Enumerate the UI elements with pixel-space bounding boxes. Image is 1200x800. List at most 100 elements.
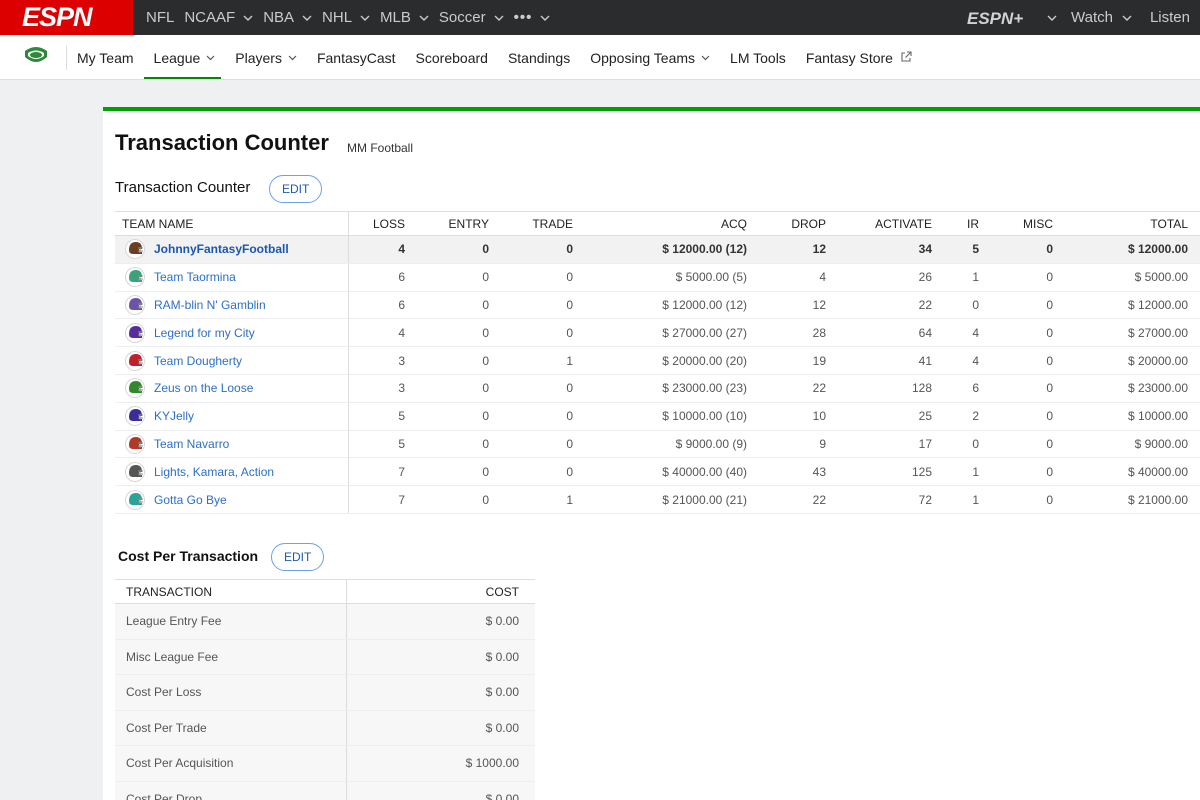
column-header[interactable]: ENTRY: [417, 211, 501, 236]
edit-transaction-counter-button[interactable]: EDIT: [269, 175, 323, 203]
espn-plus-logo[interactable]: ESPN+: [967, 9, 1037, 27]
entry-cell: 0: [417, 235, 501, 264]
team-logo-icon[interactable]: [125, 294, 145, 315]
team-name-link[interactable]: Team Dougherty: [154, 354, 242, 368]
page-title: Transaction Counter: [115, 130, 329, 155]
nav-label: NBA: [263, 9, 295, 26]
fantasy-football-icon[interactable]: [22, 45, 50, 69]
transaction-cost: $ 0.00: [346, 603, 535, 640]
team-logo-icon[interactable]: [125, 433, 145, 454]
more-icon: •••: [513, 9, 533, 26]
misc-cell: 0: [991, 430, 1065, 459]
column-header[interactable]: TOTAL: [1065, 211, 1200, 236]
trade-cell: 1: [501, 346, 585, 375]
column-header[interactable]: ACQ: [585, 211, 759, 236]
team-logo-icon[interactable]: [125, 350, 145, 371]
subnav-scoreboard[interactable]: Scoreboard: [416, 35, 488, 80]
table-row: JohnnyFantasyFootball 4 0 0 $ 12000.00 (12) 1…: [115, 235, 1200, 264]
team-name-link[interactable]: Team Taormina: [154, 270, 236, 284]
watch-link[interactable]: Watch: [1071, 9, 1132, 26]
column-header[interactable]: MISC: [991, 211, 1065, 236]
edit-cost-per-transaction-button[interactable]: EDIT: [271, 543, 325, 571]
subnav-fantasy-store[interactable]: Fantasy Store: [806, 35, 912, 80]
nav-nfl[interactable]: NFL: [146, 9, 174, 26]
table-row: Gotta Go Bye 7 0 1 $ 21000.00 (21) 22 72 1 0 $ 21…: [115, 485, 1200, 514]
nav-more[interactable]: •••: [514, 9, 551, 26]
team-logo-icon[interactable]: [125, 461, 145, 482]
top-right-nav: ESPN+ Watch Listen: [967, 0, 1200, 35]
nav-ncaaf[interactable]: NCAAF: [184, 9, 253, 26]
drop-cell: 28: [759, 318, 838, 348]
transaction-counter-heading: Transaction Counter: [115, 179, 251, 196]
table-row: Legend for my City 4 0 0 $ 27000.00 (27) 28 64…: [115, 318, 1200, 348]
sports-nav: NFL NCAAF NBA NHL MLB Soccer •••: [146, 0, 560, 35]
team-logo-icon[interactable]: [125, 406, 145, 427]
team-name-link[interactable]: JohnnyFantasyFootball: [154, 242, 289, 256]
loss-cell: 6: [348, 291, 417, 320]
team-logo-icon[interactable]: [125, 239, 145, 260]
column-header[interactable]: IR: [944, 211, 991, 236]
fantasy-subnav: My Team League Players FantasyCast Score…: [0, 35, 1200, 80]
subnav-fantasycast[interactable]: FantasyCast: [317, 35, 396, 80]
drop-cell: 19: [759, 346, 838, 375]
team-logo-icon[interactable]: [125, 378, 145, 399]
drop-cell: 12: [759, 235, 838, 264]
misc-cell: 0: [991, 374, 1065, 403]
nav-label: Soccer: [438, 9, 486, 26]
team-logo-icon[interactable]: [125, 267, 145, 288]
team-name-link[interactable]: Gotta Go Bye: [154, 493, 227, 507]
loss-cell: 7: [348, 485, 417, 514]
team-name-link[interactable]: Zeus on the Loose: [154, 381, 253, 395]
column-header[interactable]: DROP: [759, 211, 838, 236]
subnav-players[interactable]: Players: [235, 35, 297, 80]
team-name-link[interactable]: KYJelly: [154, 409, 194, 423]
table-row: Cost Per Trade $ 0.00: [115, 710, 535, 746]
transaction-label: Cost Per Loss: [115, 674, 347, 711]
team-name-link[interactable]: Legend for my City: [154, 326, 255, 340]
team-name-link[interactable]: Lights, Kamara, Action: [154, 465, 274, 479]
nav-nba[interactable]: NBA: [263, 9, 312, 26]
team-logo-icon[interactable]: [125, 489, 145, 510]
column-header[interactable]: ACTIVATE: [838, 211, 944, 236]
team-cell: Legend for my City: [115, 318, 349, 348]
team-name-link[interactable]: RAM-blin N' Gamblin: [154, 298, 266, 312]
chevron-down-icon[interactable]: [1047, 15, 1057, 21]
subnav-my-team[interactable]: My Team: [77, 35, 134, 80]
table-header-row: TRANSACTION COST: [115, 579, 535, 604]
activate-cell: 34: [838, 235, 944, 264]
total-cell: $ 20000.00: [1065, 346, 1200, 375]
team-name-link[interactable]: Team Navarro: [154, 437, 229, 451]
drop-cell: 4: [759, 263, 838, 292]
activate-cell: 41: [838, 346, 944, 375]
nav-soccer[interactable]: Soccer: [439, 9, 504, 26]
espn-logo[interactable]: ESPN: [0, 0, 133, 35]
team-wrap: RAM-blin N' Gamblin: [125, 294, 336, 315]
column-header[interactable]: TEAM NAME: [115, 211, 349, 236]
total-cell: $ 10000.00: [1065, 402, 1200, 431]
transaction-label: Misc League Fee: [115, 639, 347, 675]
subnav-label: My Team: [77, 49, 134, 66]
column-header[interactable]: TRADE: [501, 211, 585, 236]
subnav-opposing-teams[interactable]: Opposing Teams: [590, 35, 710, 80]
entry-cell: 0: [417, 374, 501, 403]
acq-cell: $ 10000.00 (10): [585, 402, 759, 431]
nav-mlb[interactable]: MLB: [380, 9, 429, 26]
subnav-standings[interactable]: Standings: [508, 35, 570, 80]
listen-link[interactable]: Listen: [1150, 9, 1190, 26]
team-logo-icon[interactable]: [125, 322, 145, 343]
column-header[interactable]: LOSS: [348, 211, 417, 236]
table-row: KYJelly 5 0 0 $ 10000.00 (10) 10 25 2 0 $ 10000.0…: [115, 402, 1200, 431]
total-cell: $ 27000.00: [1065, 318, 1200, 348]
subnav-league[interactable]: League: [143, 35, 221, 80]
total-cell: $ 23000.00: [1065, 374, 1200, 403]
table-row: Cost Per Loss $ 0.00: [115, 674, 535, 711]
activate-cell: 25: [838, 402, 944, 431]
nav-nhl[interactable]: NHL: [322, 9, 370, 26]
subnav-label: FantasyCast: [316, 49, 396, 66]
transaction-cost: $ 0.00: [346, 710, 535, 746]
total-cell: $ 12000.00: [1065, 235, 1200, 264]
team-cell: Lights, Kamara, Action: [115, 457, 349, 487]
misc-cell: 0: [991, 485, 1065, 514]
subnav-lm-tools[interactable]: LM Tools: [730, 35, 786, 80]
activate-cell: 17: [838, 430, 944, 459]
